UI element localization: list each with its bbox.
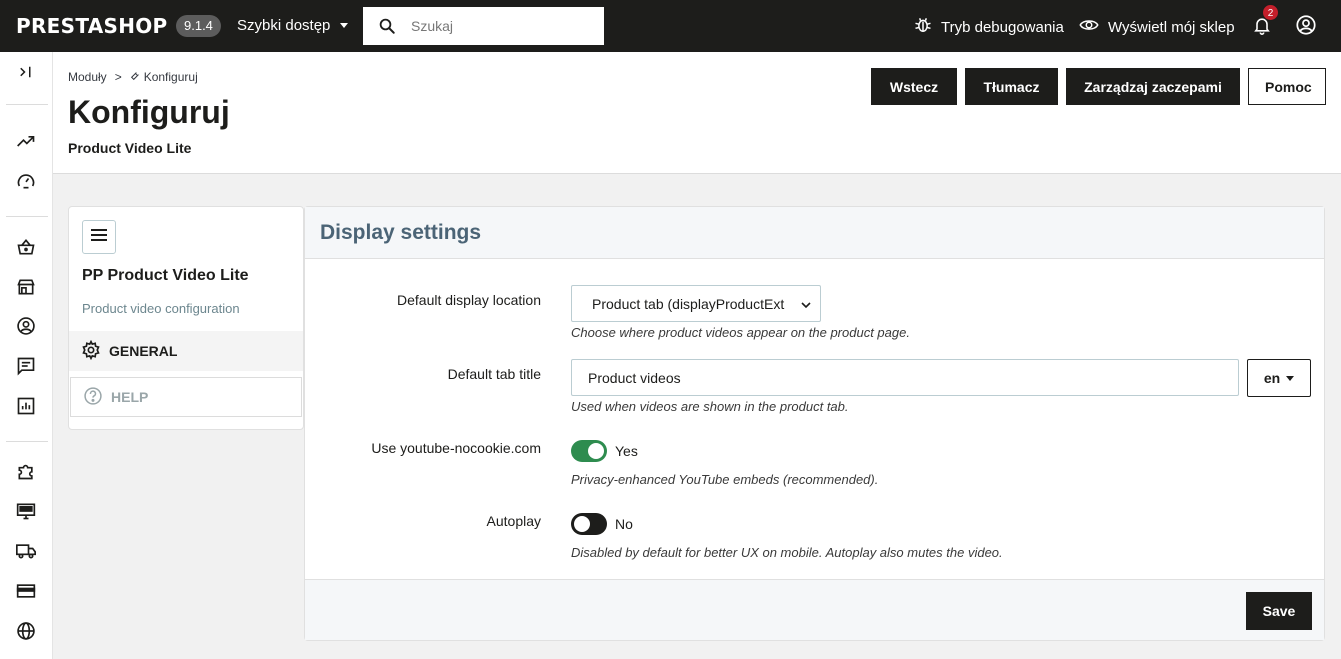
- panel-footer: Save: [305, 579, 1324, 640]
- debug-mode-link[interactable]: Tryb debugowania: [913, 15, 1064, 39]
- nav-item-help[interactable]: HELP: [70, 377, 302, 417]
- messages-icon[interactable]: [15, 355, 37, 377]
- debug-mode-label: Tryb debugowania: [941, 18, 1064, 36]
- statistics-icon[interactable]: [15, 395, 37, 417]
- quick-access-label: Szybki dostęp: [237, 17, 331, 34]
- sidebar-divider: [6, 441, 48, 442]
- sidebar-divider: [6, 216, 48, 217]
- module-menu-panel: PP Product Video Lite Product video conf…: [68, 206, 304, 430]
- customer-icon[interactable]: [15, 315, 37, 337]
- user-circle-icon: [1295, 15, 1317, 40]
- search-input[interactable]: [411, 18, 591, 34]
- menu-toggle-button[interactable]: [82, 220, 116, 254]
- autoplay-label: Autoplay: [486, 513, 541, 529]
- panel-header: Display settings: [305, 207, 1324, 259]
- bell-icon: [1252, 18, 1272, 40]
- sidebar: [0, 52, 53, 659]
- nocookie-state: Yes: [615, 443, 638, 459]
- toggle-knob: [574, 516, 590, 532]
- store-icon[interactable]: [15, 276, 37, 298]
- page-title: Konfiguruj: [68, 94, 230, 130]
- nocookie-help: Privacy-enhanced YouTube embeds (recomme…: [571, 472, 879, 487]
- nav-item-general-label: GENERAL: [109, 343, 178, 359]
- breadcrumb: Moduły > Konfiguruj: [68, 70, 198, 84]
- notifications-count-badge: 2: [1262, 4, 1279, 21]
- page-header: Moduły > Konfiguruj Konfiguruj Product V…: [53, 52, 1341, 174]
- expand-sidebar-icon[interactable]: [15, 61, 37, 83]
- translate-button[interactable]: Tłumacz: [965, 68, 1058, 105]
- manage-hooks-button[interactable]: Zarządzaj zaczepami: [1066, 68, 1240, 105]
- tab-title-label: Default tab title: [447, 366, 541, 382]
- view-shop-label: Wyświetl mój sklep: [1108, 18, 1235, 36]
- search-box[interactable]: [363, 7, 604, 45]
- breadcrumb-configure: Konfiguruj: [130, 70, 198, 84]
- autoplay-toggle[interactable]: [571, 513, 607, 535]
- display-settings-panel: Display settings Default display locatio…: [304, 206, 1325, 641]
- breadcrumb-separator: >: [114, 70, 122, 84]
- page-subtitle: Product Video Lite: [68, 140, 192, 156]
- nav-item-general[interactable]: GENERAL: [69, 331, 303, 371]
- breadcrumb-configure-label: Konfiguruj: [143, 70, 198, 84]
- help-button[interactable]: Pomoc: [1248, 68, 1326, 105]
- version-badge: 9.1.4: [176, 15, 221, 37]
- chevron-down-icon: [1286, 375, 1295, 381]
- credit-card-icon[interactable]: [15, 580, 37, 602]
- gear-icon: [81, 339, 101, 363]
- module-name: PP Product Video Lite: [82, 267, 249, 284]
- hamburger-icon: [91, 228, 107, 247]
- autoplay-state: No: [615, 516, 633, 532]
- top-bar: PRESTASHOP 9.1.4 Szybki dostęp Tryb debu…: [0, 0, 1341, 52]
- truck-icon[interactable]: [15, 540, 37, 562]
- wrench-icon: [130, 70, 140, 84]
- eye-icon: [1078, 15, 1100, 39]
- nocookie-toggle[interactable]: [571, 440, 607, 462]
- autoplay-help: Disabled by default for better UX on mob…: [571, 545, 1003, 560]
- display-location-help: Choose where product videos appear on th…: [571, 325, 910, 340]
- display-location-label: Default display location: [397, 292, 541, 308]
- sidebar-divider: [6, 104, 48, 105]
- save-button[interactable]: Save: [1246, 592, 1312, 630]
- nav-item-help-label: HELP: [111, 389, 149, 405]
- view-shop-link[interactable]: Wyświetl mój sklep: [1078, 15, 1235, 39]
- back-button[interactable]: Wstecz: [871, 68, 957, 105]
- account-button[interactable]: [1295, 14, 1317, 41]
- display-location-value: Product tab (displayProductExt: [592, 295, 785, 312]
- chevron-down-icon: [800, 298, 812, 314]
- puzzle-icon[interactable]: [15, 460, 37, 482]
- notifications-button[interactable]: 2: [1252, 4, 1279, 41]
- search-icon: [363, 17, 411, 35]
- globe-icon[interactable]: [15, 620, 37, 642]
- basket-icon[interactable]: [15, 236, 37, 258]
- bug-icon: [913, 15, 933, 39]
- monitor-icon[interactable]: [15, 500, 37, 522]
- module-description: Product video configuration: [82, 301, 240, 316]
- chevron-down-icon: [340, 23, 349, 28]
- toggle-knob: [588, 443, 604, 459]
- language-dropdown-button[interactable]: en: [1247, 359, 1311, 397]
- speedometer-icon[interactable]: [15, 170, 37, 192]
- nocookie-label: Use youtube-nocookie.com: [371, 440, 541, 456]
- quick-access-dropdown[interactable]: Szybki dostęp: [237, 17, 349, 34]
- display-location-select[interactable]: Product tab (displayProductExt: [571, 285, 821, 322]
- breadcrumb-modules[interactable]: Moduły: [68, 70, 107, 84]
- question-circle-icon: [83, 386, 103, 409]
- tab-title-input[interactable]: [571, 359, 1239, 396]
- tab-title-help: Used when videos are shown in the produc…: [571, 399, 849, 414]
- prestashop-logo[interactable]: PRESTASHOP: [16, 14, 168, 38]
- panel-title: Display settings: [320, 221, 482, 244]
- language-code: en: [1263, 370, 1281, 386]
- stats-trend-icon[interactable]: [15, 130, 37, 152]
